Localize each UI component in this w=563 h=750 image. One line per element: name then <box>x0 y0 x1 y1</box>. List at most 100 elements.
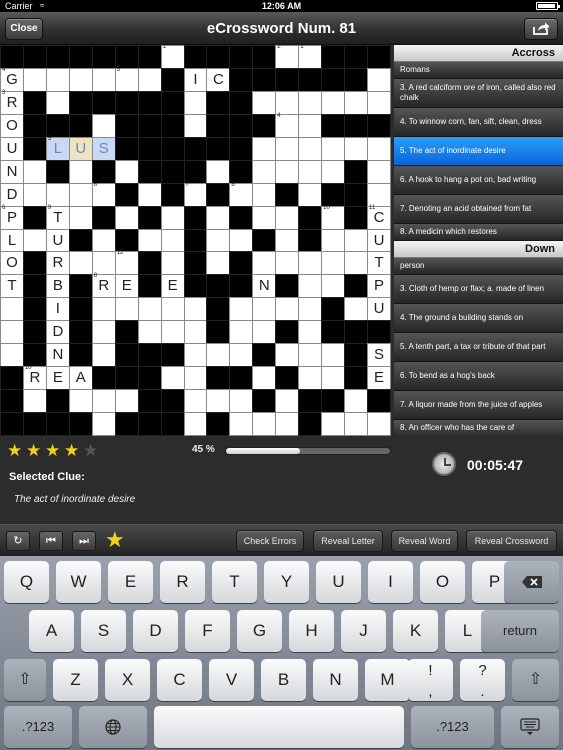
grid-cell[interactable] <box>183 366 208 391</box>
grid-cell[interactable]: 1 <box>298 44 323 69</box>
key-b[interactable]: B <box>261 659 306 701</box>
question-key[interactable]: ? . <box>460 659 505 701</box>
grid-cell[interactable] <box>68 389 93 414</box>
grid-cell[interactable] <box>252 297 277 322</box>
shift-key-right[interactable]: ⇧ <box>512 659 559 701</box>
grid-cell[interactable] <box>275 412 300 437</box>
grid-cell[interactable] <box>68 205 93 230</box>
across-clue[interactable]: 4. To winnow corn, fan, sift, clean, dre… <box>394 108 563 137</box>
grid-cell[interactable] <box>45 90 70 115</box>
grid-cell[interactable]: E <box>45 366 70 391</box>
grid-cell[interactable]: S <box>91 136 116 161</box>
grid-cell[interactable]: U <box>0 136 24 161</box>
grid-cell[interactable] <box>229 320 254 345</box>
grid-cell[interactable] <box>298 366 323 391</box>
grid-cell[interactable] <box>229 228 254 253</box>
grid-cell[interactable] <box>298 343 323 368</box>
share-button[interactable] <box>524 18 558 40</box>
key-e[interactable]: E <box>108 561 153 603</box>
grid-cell[interactable] <box>298 90 323 115</box>
down-clue[interactable]: 7. A liquor made from the juice of apple… <box>394 391 563 420</box>
exclamation-key[interactable]: ! , <box>408 659 453 701</box>
grid-cell[interactable] <box>321 366 346 391</box>
grid-cell[interactable]: U <box>367 297 392 322</box>
grid-cell[interactable]: S <box>367 343 392 368</box>
key-f[interactable]: F <box>185 610 230 652</box>
grid-cell[interactable] <box>252 205 277 230</box>
key-x[interactable]: X <box>105 659 150 701</box>
grid-cell[interactable] <box>22 67 47 92</box>
grid-cell[interactable]: 10 <box>321 205 346 230</box>
rating-star[interactable]: ★ <box>64 442 83 459</box>
grid-cell[interactable] <box>206 343 231 368</box>
grid-cell[interactable] <box>252 136 277 161</box>
grid-cell[interactable] <box>344 297 369 322</box>
across-clue[interactable]: 5. The act of inordinate desire <box>394 137 563 166</box>
grid-cell[interactable] <box>137 297 162 322</box>
grid-cell[interactable]: T <box>0 274 24 299</box>
reveal-crossword-button[interactable]: Reveal Crossword <box>466 530 557 552</box>
grid-cell[interactable] <box>298 113 323 138</box>
grid-cell[interactable]: 12 <box>114 250 139 276</box>
key-h[interactable]: H <box>289 610 334 652</box>
grid-cell[interactable] <box>206 251 231 276</box>
grid-cell[interactable] <box>91 412 116 437</box>
grid-cell[interactable] <box>68 182 93 207</box>
grid-cell[interactable] <box>229 297 254 322</box>
grid-cell[interactable]: E <box>114 274 139 299</box>
grid-cell[interactable] <box>252 159 277 184</box>
clue-list[interactable]: Accross Romans 3. A red calciform ore of … <box>394 45 563 435</box>
across-clue[interactable]: 8. A medicin which restores <box>394 224 563 241</box>
key-d[interactable]: D <box>133 610 178 652</box>
favorite-button[interactable]: ★ <box>105 529 125 551</box>
grid-cell[interactable] <box>160 297 185 322</box>
grid-cell[interactable] <box>68 67 93 92</box>
grid-cell[interactable] <box>91 67 116 92</box>
rating-stars[interactable]: ★ ★ ★ ★ ★ <box>7 442 102 459</box>
grid-cell[interactable] <box>206 389 231 414</box>
grid-cell[interactable] <box>206 159 231 184</box>
grid-cell[interactable] <box>298 297 323 322</box>
grid-cell[interactable] <box>229 412 254 437</box>
grid-cell[interactable] <box>344 90 369 115</box>
grid-cell[interactable]: 1 <box>160 44 185 69</box>
hide-keyboard-key[interactable] <box>501 706 559 748</box>
grid-cell[interactable]: U <box>45 228 70 253</box>
grid-cell[interactable] <box>298 251 323 276</box>
grid-cell[interactable] <box>114 205 139 230</box>
grid-cell[interactable] <box>22 159 47 184</box>
grid-cell[interactable] <box>367 412 392 437</box>
grid-cell[interactable] <box>275 343 300 368</box>
grid-cell[interactable] <box>367 136 392 161</box>
grid-cell[interactable] <box>344 228 369 253</box>
numbers-key-right[interactable]: .?123 <box>411 706 494 748</box>
reveal-word-button[interactable]: Reveal Word <box>391 530 458 552</box>
grid-cell[interactable] <box>183 113 208 138</box>
grid-cell[interactable] <box>252 320 277 345</box>
grid-cell[interactable] <box>183 320 208 345</box>
grid-cell[interactable]: L <box>0 228 24 253</box>
key-n[interactable]: N <box>313 659 358 701</box>
grid-cell[interactable] <box>321 412 346 437</box>
grid-cell[interactable]: P <box>367 274 392 299</box>
across-clue[interactable]: 6. A hook to hang a pot on, bad writing <box>394 166 563 195</box>
grid-cell[interactable] <box>91 228 116 253</box>
grid-cell[interactable] <box>206 205 231 230</box>
grid-cell[interactable] <box>275 136 300 161</box>
grid-cell[interactable]: 8R <box>91 273 116 299</box>
down-clue[interactable]: 3. Cloth of hemp or flax; a. made of lin… <box>394 275 563 304</box>
grid-cell[interactable] <box>298 182 323 207</box>
grid-cell[interactable]: C <box>206 67 231 92</box>
grid-cell[interactable]: 2 <box>275 44 300 69</box>
grid-cell[interactable] <box>275 389 300 414</box>
grid-cell[interactable]: N <box>0 159 24 184</box>
grid-cell[interactable] <box>68 251 93 276</box>
grid-cell[interactable]: U <box>367 228 392 253</box>
grid-cell[interactable]: T <box>367 251 392 276</box>
grid-cell[interactable] <box>275 228 300 253</box>
grid-cell[interactable] <box>160 366 185 391</box>
down-clue[interactable]: 6. To bend as a hog's back <box>394 362 563 391</box>
grid-cell[interactable] <box>160 320 185 345</box>
down-clue[interactable]: 4. The ground a building stands on <box>394 304 563 333</box>
grid-cell[interactable] <box>160 228 185 253</box>
